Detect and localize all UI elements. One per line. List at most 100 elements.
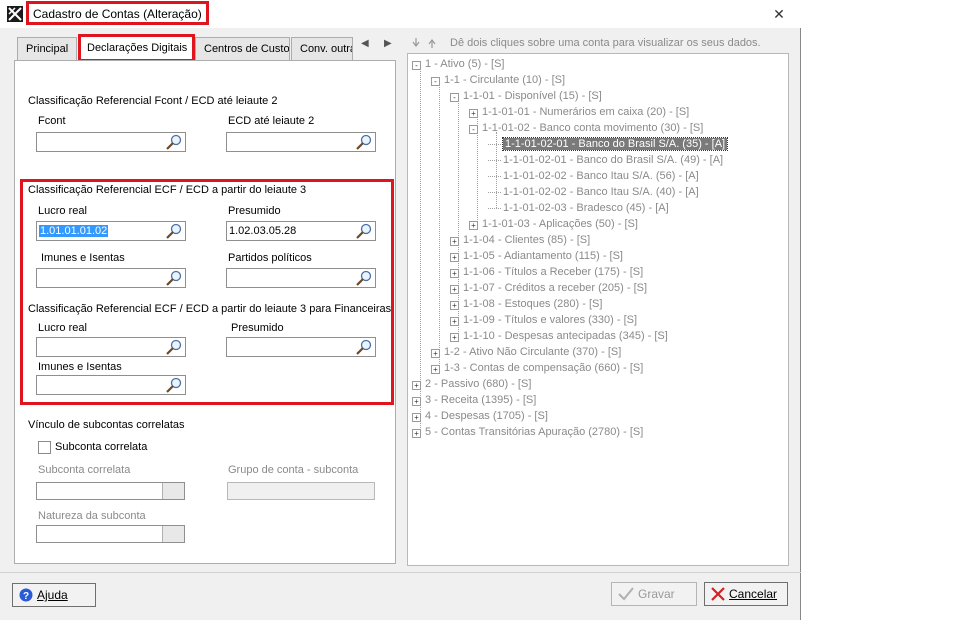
collapse-icon[interactable]: -: [450, 93, 459, 102]
tree-node[interactable]: +2 - Passivo (680) - [S]: [412, 377, 531, 392]
lookup-magnifier-icon[interactable]: [354, 134, 374, 150]
tree-node[interactable]: -1 - Ativo (5) - [S]: [412, 57, 504, 72]
expand-icon[interactable]: +: [431, 349, 440, 358]
tree-node-label: 1-1-01-03 - Aplicações (50) - [S]: [482, 218, 638, 230]
tree-node[interactable]: +1-1-06 - Títulos a Receber (175) - [S]: [450, 265, 643, 280]
grupo-conta-subconta-field[interactable]: [227, 482, 375, 500]
tree-node[interactable]: +4 - Despesas (1705) - [S]: [412, 409, 548, 424]
presumido-input[interactable]: 1.02.03.05.28: [226, 221, 376, 241]
expand-icon[interactable]: +: [431, 365, 440, 374]
arrow-down-icon[interactable]: [412, 38, 420, 47]
ecd-leiaute2-input[interactable]: [226, 132, 376, 152]
partidos-politicos-input[interactable]: [226, 268, 376, 288]
tree-node-label: 1-1 - Circulante (10) - [S]: [444, 74, 566, 86]
lookup-magnifier-icon[interactable]: [354, 270, 374, 286]
tree-node[interactable]: -1-1 - Circulante (10) - [S]: [431, 73, 565, 88]
expand-icon[interactable]: +: [450, 333, 459, 342]
natureza-subconta-combo[interactable]: [36, 525, 185, 543]
tab-scroll-left-icon[interactable]: ◀: [361, 38, 369, 49]
tree-node-label: 1-1-04 - Clientes (85) - [S]: [463, 234, 591, 246]
tree-hint: Dê dois cliques sobre uma conta para vis…: [450, 37, 761, 49]
tree-node[interactable]: +1-1-04 - Clientes (85) - [S]: [450, 233, 590, 248]
title-bar: Cadastro de Contas (Alteração) ✕: [0, 0, 801, 28]
tree-node[interactable]: +1-3 - Contas de compensação (660) - [S]: [431, 361, 643, 376]
collapse-icon[interactable]: -: [412, 61, 421, 70]
tree-node[interactable]: -1-1-01-02 - Banco conta movimento (30) …: [469, 121, 703, 136]
save-button[interactable]: Gravar: [611, 582, 697, 606]
lucro-real-input[interactable]: 1.01.01.01.02: [36, 221, 186, 241]
lookup-magnifier-icon[interactable]: [164, 134, 184, 150]
close-icon[interactable]: ✕: [770, 5, 788, 23]
expand-icon[interactable]: +: [450, 269, 459, 278]
tab-scroll-right-icon[interactable]: ▶: [384, 38, 392, 49]
tab-principal[interactable]: Principal: [17, 37, 77, 61]
lookup-magnifier-icon[interactable]: [164, 339, 184, 355]
tree-node[interactable]: +1-1-07 - Créditos a receber (205) - [S]: [450, 281, 647, 296]
lookup-magnifier-icon[interactable]: [354, 339, 374, 355]
tree-node[interactable]: +1-2 - Ativo Não Circulante (370) - [S]: [431, 345, 621, 360]
tree-node[interactable]: +1-1-01-01 - Numerários em caixa (20) - …: [469, 105, 689, 120]
subconta-correlata-checkbox[interactable]: [38, 441, 51, 454]
tab-centros-de-custo[interactable]: Centros de Custo: [195, 37, 290, 61]
imunes-isentas-input[interactable]: [36, 268, 186, 288]
fin-presumido-input[interactable]: [226, 337, 376, 357]
combo-dropdown-button[interactable]: [162, 526, 184, 542]
tree-node[interactable]: +3 - Receita (1395) - [S]: [412, 393, 536, 408]
tree-node[interactable]: 1-1-01-02-02 - Banco Itau S/A. (56) - [A…: [488, 169, 699, 184]
expand-icon[interactable]: +: [469, 221, 478, 230]
subconta-correlata-combo[interactable]: [36, 482, 185, 500]
tree-node[interactable]: 1-1-01-02-01 - Banco do Brasil S/A. (49)…: [488, 153, 723, 168]
combo-dropdown-button[interactable]: [162, 483, 184, 499]
expand-icon[interactable]: +: [450, 301, 459, 310]
ecd-leiaute2-label: ECD até leiaute 2: [228, 115, 315, 127]
expand-icon[interactable]: +: [412, 429, 421, 438]
tree-node[interactable]: +1-1-10 - Despesas antecipadas (345) - […: [450, 329, 668, 344]
tree-node[interactable]: +1-1-05 - Adiantamento (115) - [S]: [450, 249, 623, 264]
tree-node-label: 3 - Receita (1395) - [S]: [425, 394, 537, 406]
lookup-magnifier-icon[interactable]: [164, 377, 184, 393]
checkmark-icon: [618, 587, 634, 601]
tree-node[interactable]: 1-1-01-02-02 - Banco Itau S/A. (40) - [A…: [488, 185, 699, 200]
presumido-label: Presumido: [228, 205, 281, 217]
expand-icon[interactable]: +: [412, 381, 421, 390]
collapse-icon[interactable]: -: [431, 77, 440, 86]
lookup-magnifier-icon[interactable]: [164, 223, 184, 239]
tree-node[interactable]: +5 - Contas Transitórias Apuração (2780)…: [412, 425, 643, 440]
arrow-up-icon[interactable]: [428, 39, 436, 48]
expand-icon[interactable]: +: [412, 413, 421, 422]
lookup-magnifier-icon[interactable]: [354, 223, 374, 239]
tree-leaf-connector: [488, 159, 501, 161]
tree-node-label: 2 - Passivo (680) - [S]: [425, 378, 532, 390]
lookup-magnifier-icon[interactable]: [164, 270, 184, 286]
grupo-conta-subconta-label: Grupo de conta - subconta: [228, 464, 359, 476]
tree-node[interactable]: +1-1-09 - Títulos e valores (330) - [S]: [450, 313, 637, 328]
tree-node-label: 1-1-05 - Adiantamento (115) - [S]: [463, 250, 623, 262]
tree-leaf-connector: [488, 143, 501, 145]
dialog-window: Cadastro de Contas (Alteração) ✕ Princip…: [0, 0, 801, 620]
tab-conv-outra[interactable]: Conv. outra: [291, 37, 353, 61]
collapse-icon[interactable]: -: [469, 125, 478, 134]
cancel-button[interactable]: Cancelar: [704, 582, 788, 606]
tree-leaf-connector: [488, 191, 501, 193]
expand-icon[interactable]: +: [450, 285, 459, 294]
expand-icon[interactable]: +: [450, 253, 459, 262]
tree-node[interactable]: 1-1-01-02-01 - Banco do Brasil S/A. (35)…: [488, 137, 729, 152]
tree-node[interactable]: +1-1-01-03 - Aplicações (50) - [S]: [469, 217, 638, 232]
tree-node[interactable]: -1-1-01 - Disponível (15) - [S]: [450, 89, 602, 104]
lucro-real-label: Lucro real: [38, 205, 87, 217]
help-button[interactable]: ? Ajuda: [12, 583, 96, 607]
tree-node[interactable]: 1-1-01-02-03 - Bradesco (45) - [A]: [488, 201, 669, 216]
account-tree[interactable]: -1 - Ativo (5) - [S] -1-1 - Circulante (1…: [407, 53, 789, 566]
expand-icon[interactable]: +: [450, 237, 459, 246]
expand-icon[interactable]: +: [412, 397, 421, 406]
tree-node-label: 1-1-06 - Títulos a Receber (175) - [S]: [463, 266, 644, 278]
fin-lucro-real-label: Lucro real: [38, 322, 87, 334]
expand-icon[interactable]: +: [469, 109, 478, 118]
expand-icon[interactable]: +: [450, 317, 459, 326]
fin-lucro-real-input[interactable]: [36, 337, 186, 357]
tree-node[interactable]: +1-1-08 - Estoques (280) - [S]: [450, 297, 602, 312]
section-financeiras-title: Classificação Referencial ECF / ECD a pa…: [28, 303, 392, 315]
tab-declaracoes-digitais[interactable]: Declarações Digitais: [78, 34, 195, 62]
fin-imunes-isentas-input[interactable]: [36, 375, 186, 395]
fcont-input[interactable]: [36, 132, 186, 152]
